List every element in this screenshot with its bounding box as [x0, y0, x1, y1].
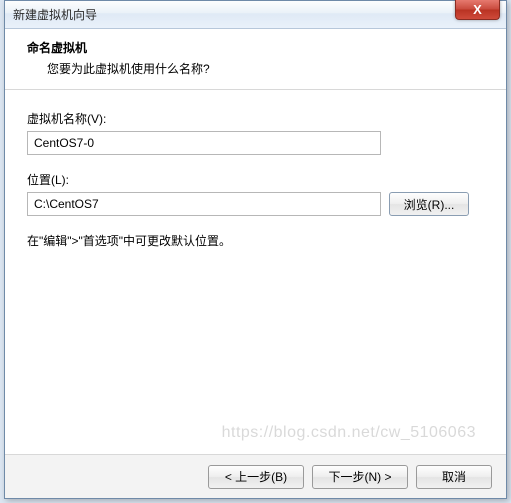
window-title: 新建虚拟机向导	[13, 6, 97, 23]
header-subtitle: 您要为此虚拟机使用什么名称?	[27, 60, 484, 77]
vm-name-input[interactable]	[27, 131, 381, 155]
location-hint: 在"编辑">"首选项"中可更改默认位置。	[27, 232, 484, 249]
next-button[interactable]: 下一步(N) >	[312, 465, 408, 489]
vm-name-group: 虚拟机名称(V):	[27, 110, 484, 155]
location-row: 浏览(R)...	[27, 192, 484, 216]
wizard-content: 虚拟机名称(V): 位置(L): 浏览(R)... 在"编辑">"首选项"中可更…	[5, 90, 506, 470]
close-button[interactable]: X	[455, 0, 500, 20]
cancel-button[interactable]: 取消	[416, 465, 492, 489]
wizard-window: 新建虚拟机向导 X 命名虚拟机 您要为此虚拟机使用什么名称? 虚拟机名称(V):…	[4, 0, 507, 499]
header-title: 命名虚拟机	[27, 39, 484, 56]
wizard-footer: < 上一步(B) 下一步(N) > 取消	[5, 454, 506, 498]
location-group: 位置(L): 浏览(R)...	[27, 171, 484, 216]
close-icon: X	[473, 2, 482, 17]
vm-name-label: 虚拟机名称(V):	[27, 110, 484, 127]
browse-button[interactable]: 浏览(R)...	[389, 192, 469, 216]
titlebar: 新建虚拟机向导 X	[5, 1, 506, 29]
location-label: 位置(L):	[27, 171, 484, 188]
location-input[interactable]	[27, 192, 381, 216]
wizard-header: 命名虚拟机 您要为此虚拟机使用什么名称?	[5, 29, 506, 90]
back-button[interactable]: < 上一步(B)	[208, 465, 304, 489]
